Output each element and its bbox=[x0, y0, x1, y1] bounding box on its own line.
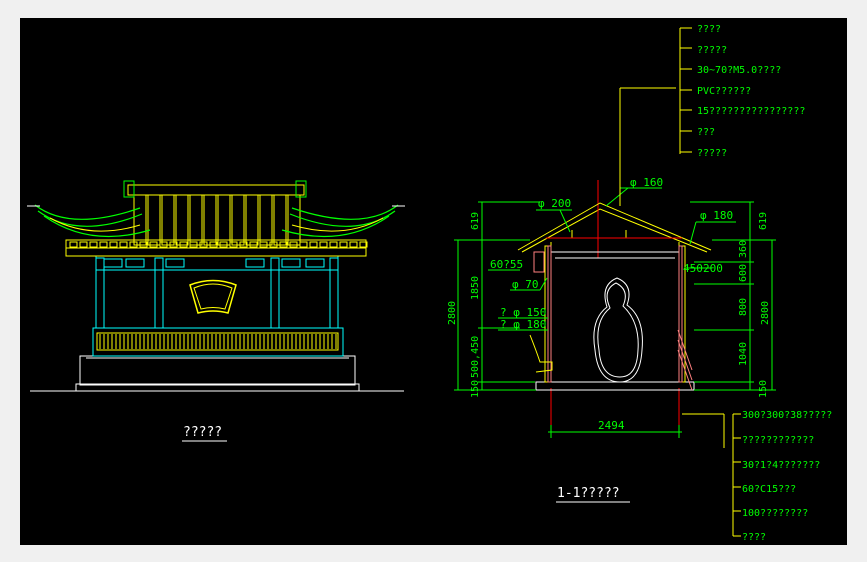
callout-450: 450 bbox=[683, 262, 703, 275]
callout-d180: φ 180 bbox=[700, 209, 733, 222]
top-label-7: ????? bbox=[697, 148, 727, 159]
callout-d70: φ 70 bbox=[512, 278, 539, 291]
bottom-label-2: ???????????? bbox=[742, 435, 814, 446]
section-title: 1-1????? bbox=[557, 486, 620, 501]
bottom-label-1: 300?300?38????? bbox=[742, 410, 832, 421]
dim-left-500: 500,450 bbox=[470, 336, 481, 378]
top-label-3: 30~70?M5.0???? bbox=[697, 65, 781, 76]
cad-canvas[interactable]: ????? φ 160 φ 200 φ 180 60?55 φ 70 ? φ 1… bbox=[20, 18, 847, 545]
top-label-4: PVC?????? bbox=[697, 86, 751, 97]
dim-right-360: 360 bbox=[738, 240, 749, 258]
callout-6055: 60?55 bbox=[490, 258, 523, 271]
viewport-frame: ????? φ 160 φ 200 φ 180 60?55 φ 70 ? φ 1… bbox=[0, 0, 867, 562]
drawing-svg: ????? φ 160 φ 200 φ 180 60?55 φ 70 ? φ 1… bbox=[27, 24, 832, 543]
dim-right-2800: 2800 bbox=[760, 301, 771, 325]
callout-d180b: ? φ 180 bbox=[500, 318, 546, 331]
top-label-1: ???? bbox=[697, 24, 721, 35]
callout-d200: φ 200 bbox=[538, 197, 571, 210]
dim-right-800: 800 bbox=[738, 298, 749, 316]
pavilion-elevation bbox=[27, 180, 405, 392]
dim-left-619: 619 bbox=[470, 212, 481, 230]
callout-d160: φ 160 bbox=[630, 176, 663, 189]
top-label-2: ????? bbox=[697, 45, 727, 56]
dim-right-150: 150 bbox=[758, 380, 769, 398]
elevation-title: ????? bbox=[183, 425, 222, 440]
dim-right-1040: 1040 bbox=[738, 342, 749, 366]
dim-left-1850: 1850 bbox=[470, 276, 481, 300]
dim-left-2800: 2800 bbox=[447, 301, 458, 325]
pavilion-section bbox=[454, 27, 776, 537]
dim-right-619: 619 bbox=[758, 212, 769, 230]
width-2494: 2494 bbox=[598, 419, 625, 432]
bottom-label-5: 100???????? bbox=[742, 508, 808, 519]
top-label-6: ??? bbox=[697, 127, 715, 138]
callout-200: 200 bbox=[703, 262, 723, 275]
bottom-label-6: ???? bbox=[742, 532, 766, 543]
bottom-label-3: 30?1?4??????? bbox=[742, 460, 820, 471]
dim-left-150: 150 bbox=[470, 380, 481, 398]
dim-right-600: 600 bbox=[738, 264, 749, 282]
top-label-5: 15???????????????? bbox=[697, 106, 805, 117]
bottom-label-4: 60?C15??? bbox=[742, 484, 796, 495]
